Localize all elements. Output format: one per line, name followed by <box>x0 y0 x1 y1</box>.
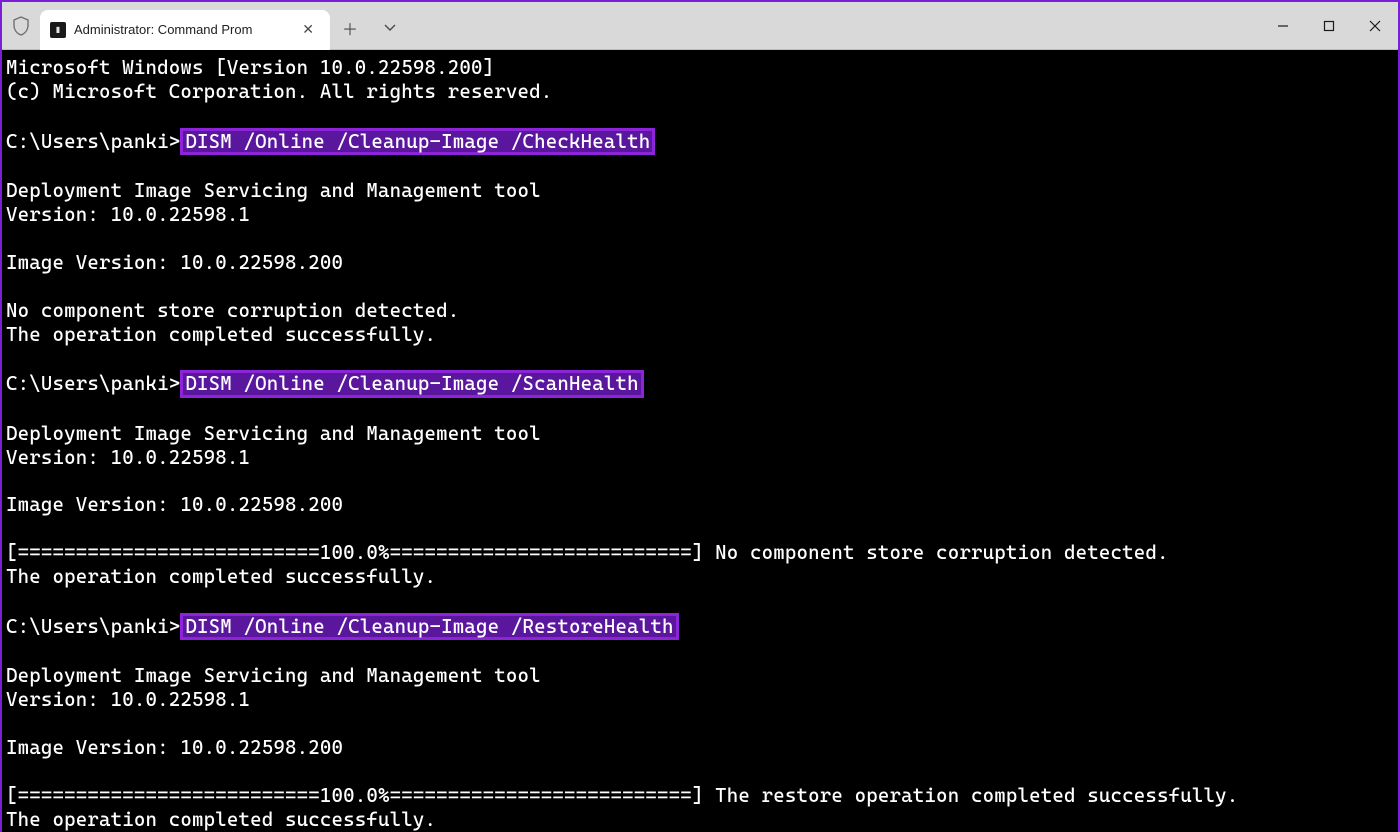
progress-restore-line: [==========================100.0%=======… <box>6 784 1238 807</box>
op-completed-line: The operation completed successfully. <box>6 808 436 831</box>
dism-header: Deployment Image Servicing and Managemen… <box>6 664 541 687</box>
prompt-path: C:\Users\panki> <box>6 372 180 395</box>
op-completed-line: The operation completed successfully. <box>6 323 436 346</box>
app-window: ▮ Administrator: Command Prom ✕ ＋ Micros… <box>0 0 1400 832</box>
close-tab-button[interactable]: ✕ <box>296 19 320 40</box>
no-corruption-line: No component store corruption detected. <box>6 299 459 322</box>
new-tab-button[interactable]: ＋ <box>330 8 370 48</box>
dism-version: Version: 10.0.22598.1 <box>6 446 250 469</box>
maximize-button[interactable] <box>1306 2 1352 49</box>
terminal-output[interactable]: Microsoft Windows [Version 10.0.22598.20… <box>2 50 1398 832</box>
prompt-path: C:\Users\panki> <box>6 130 180 153</box>
dism-header: Deployment Image Servicing and Managemen… <box>6 422 541 445</box>
dism-version: Version: 10.0.22598.1 <box>6 203 250 226</box>
tab-dropdown-button[interactable] <box>370 8 410 48</box>
image-version: Image Version: 10.0.22598.200 <box>6 493 343 516</box>
highlighted-command-checkhealth: DISM /Online /Cleanup-Image /CheckHealth <box>180 128 655 155</box>
op-completed-line: The operation completed successfully. <box>6 565 436 588</box>
highlighted-command-scanhealth: DISM /Online /Cleanup-Image /ScanHealth <box>180 370 643 397</box>
image-version: Image Version: 10.0.22598.200 <box>6 251 343 274</box>
tab-title: Administrator: Command Prom <box>74 22 288 37</box>
prompt-path: C:\Users\panki> <box>6 615 180 638</box>
progress-line: [==========================100.0%=======… <box>6 541 1169 564</box>
image-version: Image Version: 10.0.22598.200 <box>6 736 343 759</box>
dism-header: Deployment Image Servicing and Managemen… <box>6 179 541 202</box>
cmd-icon: ▮ <box>50 22 66 38</box>
close-window-button[interactable] <box>1352 2 1398 49</box>
copyright-line: (c) Microsoft Corporation. All rights re… <box>6 80 552 103</box>
shield-icon <box>2 16 40 36</box>
window-controls <box>1260 2 1398 49</box>
minimize-button[interactable] <box>1260 2 1306 49</box>
titlebar: ▮ Administrator: Command Prom ✕ ＋ <box>2 2 1398 50</box>
dism-version: Version: 10.0.22598.1 <box>6 688 250 711</box>
ms-version-line: Microsoft Windows [Version 10.0.22598.20… <box>6 56 494 79</box>
highlighted-command-restorehealth: DISM /Online /Cleanup-Image /RestoreHeal… <box>180 613 678 640</box>
active-tab[interactable]: ▮ Administrator: Command Prom ✕ <box>40 10 330 50</box>
